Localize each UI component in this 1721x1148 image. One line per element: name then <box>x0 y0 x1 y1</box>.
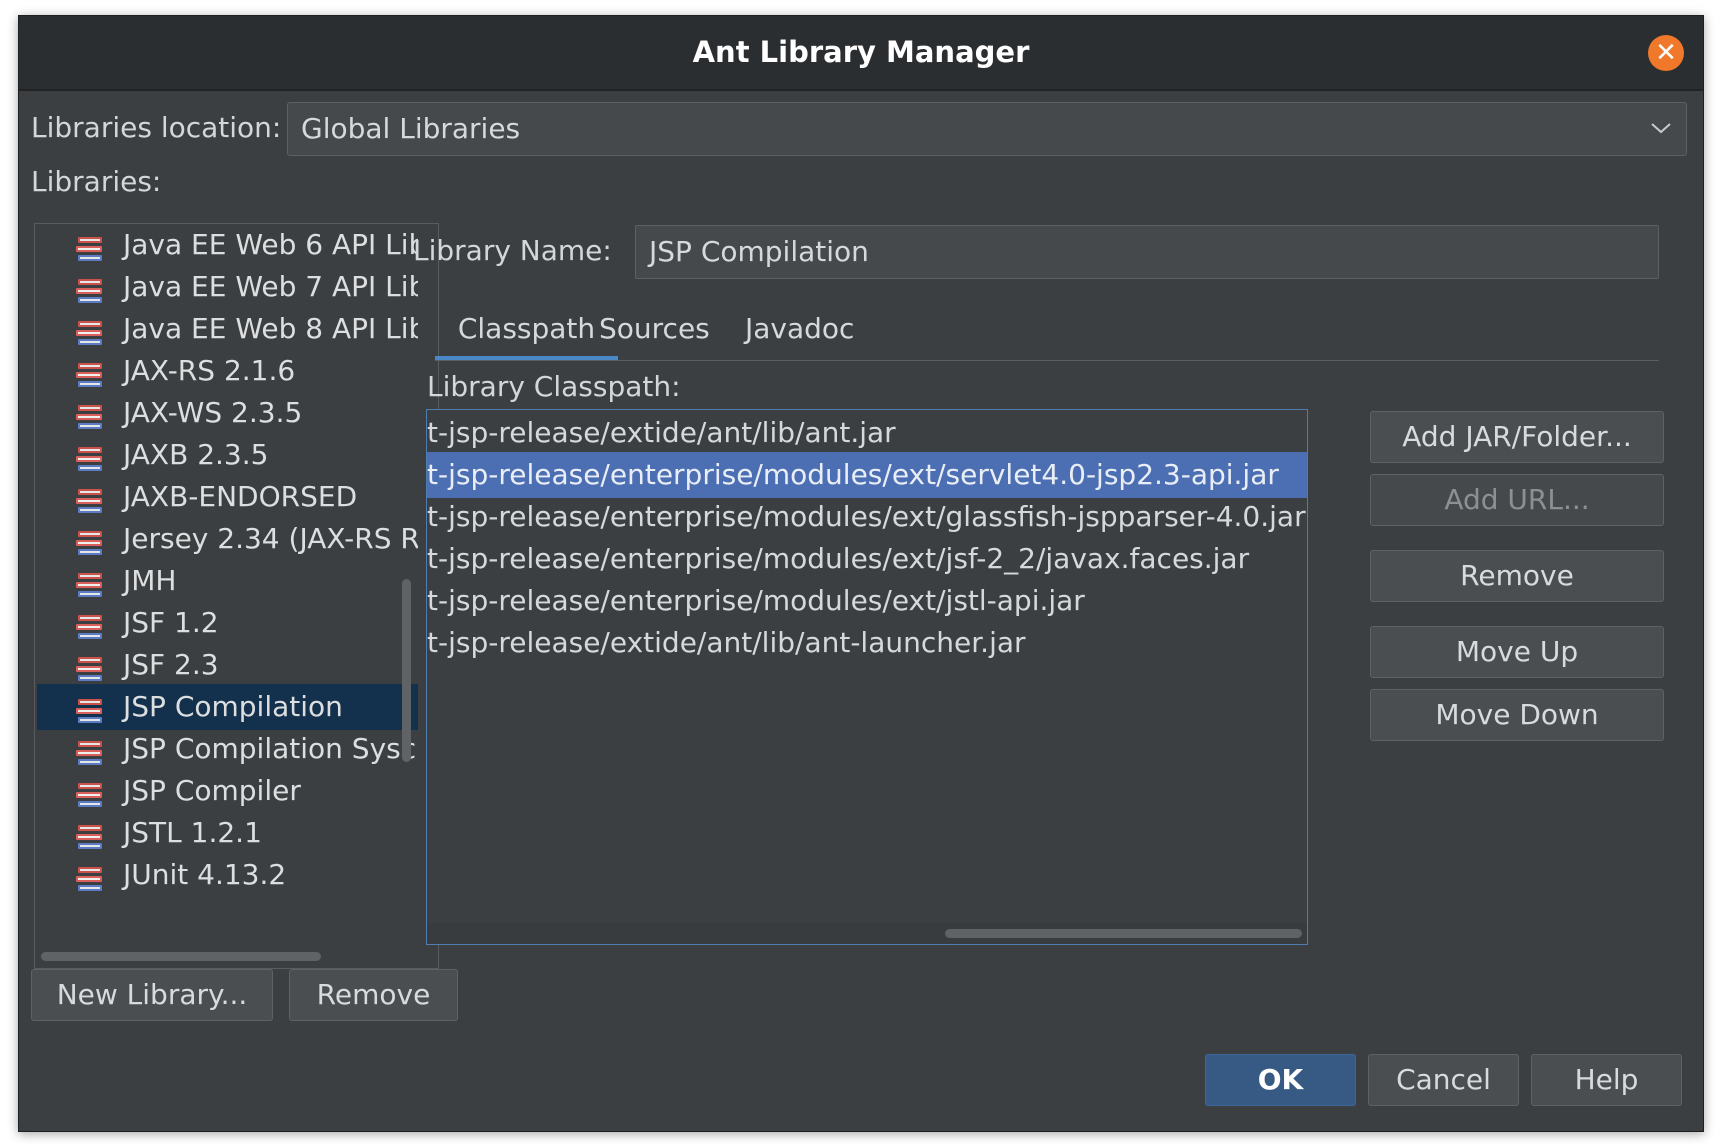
libraries-horizontal-scrollbar[interactable] <box>41 952 321 961</box>
classpath-list-item[interactable]: t-jsp-release/enterprise/modules/ext/gla… <box>427 494 1307 540</box>
library-icon <box>75 357 105 387</box>
library-icon <box>75 861 105 891</box>
move-down-button[interactable]: Move Down <box>1370 689 1664 741</box>
library-icon <box>75 777 105 807</box>
library-name-input[interactable]: JSP Compilation <box>635 225 1659 279</box>
library-icon <box>75 819 105 849</box>
library-list-item[interactable]: JSF 1.2 <box>37 600 418 646</box>
ant-library-manager-dialog: Ant Library Manager ✕ Libraries location… <box>18 15 1704 1132</box>
ok-button[interactable]: OK <box>1205 1054 1356 1106</box>
library-item-label: JSP Compilation Syscl <box>123 732 418 765</box>
library-item-label: JAX-RS 2.1.6 <box>123 354 296 387</box>
library-list-item[interactable]: Java EE Web 8 API Lib <box>37 306 418 352</box>
library-item-label: JUnit 4.13.2 <box>123 858 287 891</box>
close-icon[interactable]: ✕ <box>1648 35 1684 71</box>
library-item-label: JSF 1.2 <box>123 606 219 639</box>
libraries-vertical-scrollbar[interactable] <box>402 579 411 762</box>
library-list-item[interactable]: JMH <box>37 558 418 604</box>
library-item-label: JSTL 1.2.1 <box>123 816 262 849</box>
library-list-item[interactable]: Java EE Web 6 API Lib <box>37 224 418 268</box>
classpath-list-item[interactable]: t-jsp-release/enterprise/modules/ext/ser… <box>427 452 1307 498</box>
tab-javadoc[interactable]: Javadoc <box>745 298 854 360</box>
libraries-label: Libraries: <box>31 165 162 198</box>
classpath-list-item[interactable]: t-jsp-release/enterprise/modules/ext/jst… <box>427 578 1307 624</box>
title-bar: Ant Library Manager ✕ <box>19 16 1703 91</box>
library-item-label: JAX-WS 2.3.5 <box>123 396 303 429</box>
library-item-label: Java EE Web 8 API Lib <box>123 312 418 345</box>
classpath-list-item[interactable]: t-jsp-release/extide/ant/lib/ant.jar <box>427 410 1307 456</box>
remove-classpath-button[interactable]: Remove <box>1370 550 1664 602</box>
library-item-label: JSF 2.3 <box>123 648 219 681</box>
libraries-list[interactable]: Java EE Web 6 API Lib Java EE Web 7 API L… <box>34 223 439 969</box>
move-up-button[interactable]: Move Up <box>1370 626 1664 678</box>
libraries-location-value: Global Libraries <box>301 112 521 145</box>
library-item-label: JAXB-ENDORSED <box>123 480 358 513</box>
libraries-location-label: Libraries location: <box>31 111 282 144</box>
library-icon <box>75 735 105 765</box>
help-button[interactable]: Help <box>1531 1054 1682 1106</box>
tab-classpath[interactable]: Classpath <box>435 298 618 360</box>
library-item-label: JAXB 2.3.5 <box>123 438 269 471</box>
library-list-item[interactable]: Jersey 2.34 (JAX-RS R <box>37 516 418 562</box>
add-url-button[interactable]: Add URL... <box>1370 474 1664 526</box>
library-list-item[interactable]: JSP Compiler <box>37 768 418 814</box>
library-classpath-label: Library Classpath: <box>427 370 681 403</box>
library-item-label: Java EE Web 7 API Lib <box>123 270 418 303</box>
library-item-label: Jersey 2.34 (JAX-RS R <box>123 522 418 555</box>
library-icon <box>75 567 105 597</box>
dialog-title: Ant Library Manager <box>692 35 1030 69</box>
library-name-value: JSP Compilation <box>649 235 869 268</box>
library-list-item[interactable]: JSF 2.3 <box>37 642 418 688</box>
library-icon <box>75 609 105 639</box>
cancel-button[interactable]: Cancel <box>1368 1054 1519 1106</box>
library-item-label: JSP Compiler <box>123 774 301 807</box>
library-icon <box>75 651 105 681</box>
library-list-item[interactable]: JSP Compilation Syscl <box>37 726 418 772</box>
library-item-label: JSP Compilation <box>123 690 343 723</box>
add-jar-folder-button[interactable]: Add JAR/Folder... <box>1370 411 1664 463</box>
chevron-down-icon <box>1651 123 1671 134</box>
library-list-item[interactable]: JAX-RS 2.1.6 <box>37 348 418 394</box>
library-icon <box>75 525 105 555</box>
library-icon <box>75 399 105 429</box>
library-list-item[interactable]: Java EE Web 7 API Lib <box>37 264 418 310</box>
library-name-label: Library Name: <box>413 234 612 267</box>
library-classpath-list[interactable]: t-jsp-release/extide/ant/lib/ant.jar t-js… <box>426 409 1308 945</box>
library-icon <box>75 231 105 261</box>
classpath-list-item[interactable]: t-jsp-release/extide/ant/lib/ant-launche… <box>427 620 1307 666</box>
library-list-item[interactable]: JAX-WS 2.3.5 <box>37 390 418 436</box>
library-item-label: Java EE Web 6 API Lib <box>123 228 418 261</box>
classpath-horizontal-scrollbar[interactable] <box>945 929 1302 938</box>
library-icon <box>75 315 105 345</box>
library-icon <box>75 693 105 723</box>
library-item-label: JMH <box>123 564 177 597</box>
libraries-location-select[interactable]: Global Libraries <box>287 102 1687 156</box>
library-list-item[interactable]: JSTL 1.2.1 <box>37 810 418 856</box>
library-list-item[interactable]: JSP Compilation <box>37 684 418 730</box>
classpath-list-item[interactable]: t-jsp-release/enterprise/modules/ext/jsf… <box>427 536 1307 582</box>
library-list-item[interactable]: JAXB 2.3.5 <box>37 432 418 478</box>
library-icon <box>75 441 105 471</box>
library-list-item[interactable]: JAXB-ENDORSED <box>37 474 418 520</box>
tab-sources[interactable]: Sources <box>599 298 710 360</box>
library-list-item[interactable]: JUnit 4.13.2 <box>37 852 418 898</box>
remove-library-button[interactable]: Remove <box>289 969 458 1021</box>
library-icon <box>75 273 105 303</box>
library-icon <box>75 483 105 513</box>
new-library-button[interactable]: New Library... <box>31 969 273 1021</box>
